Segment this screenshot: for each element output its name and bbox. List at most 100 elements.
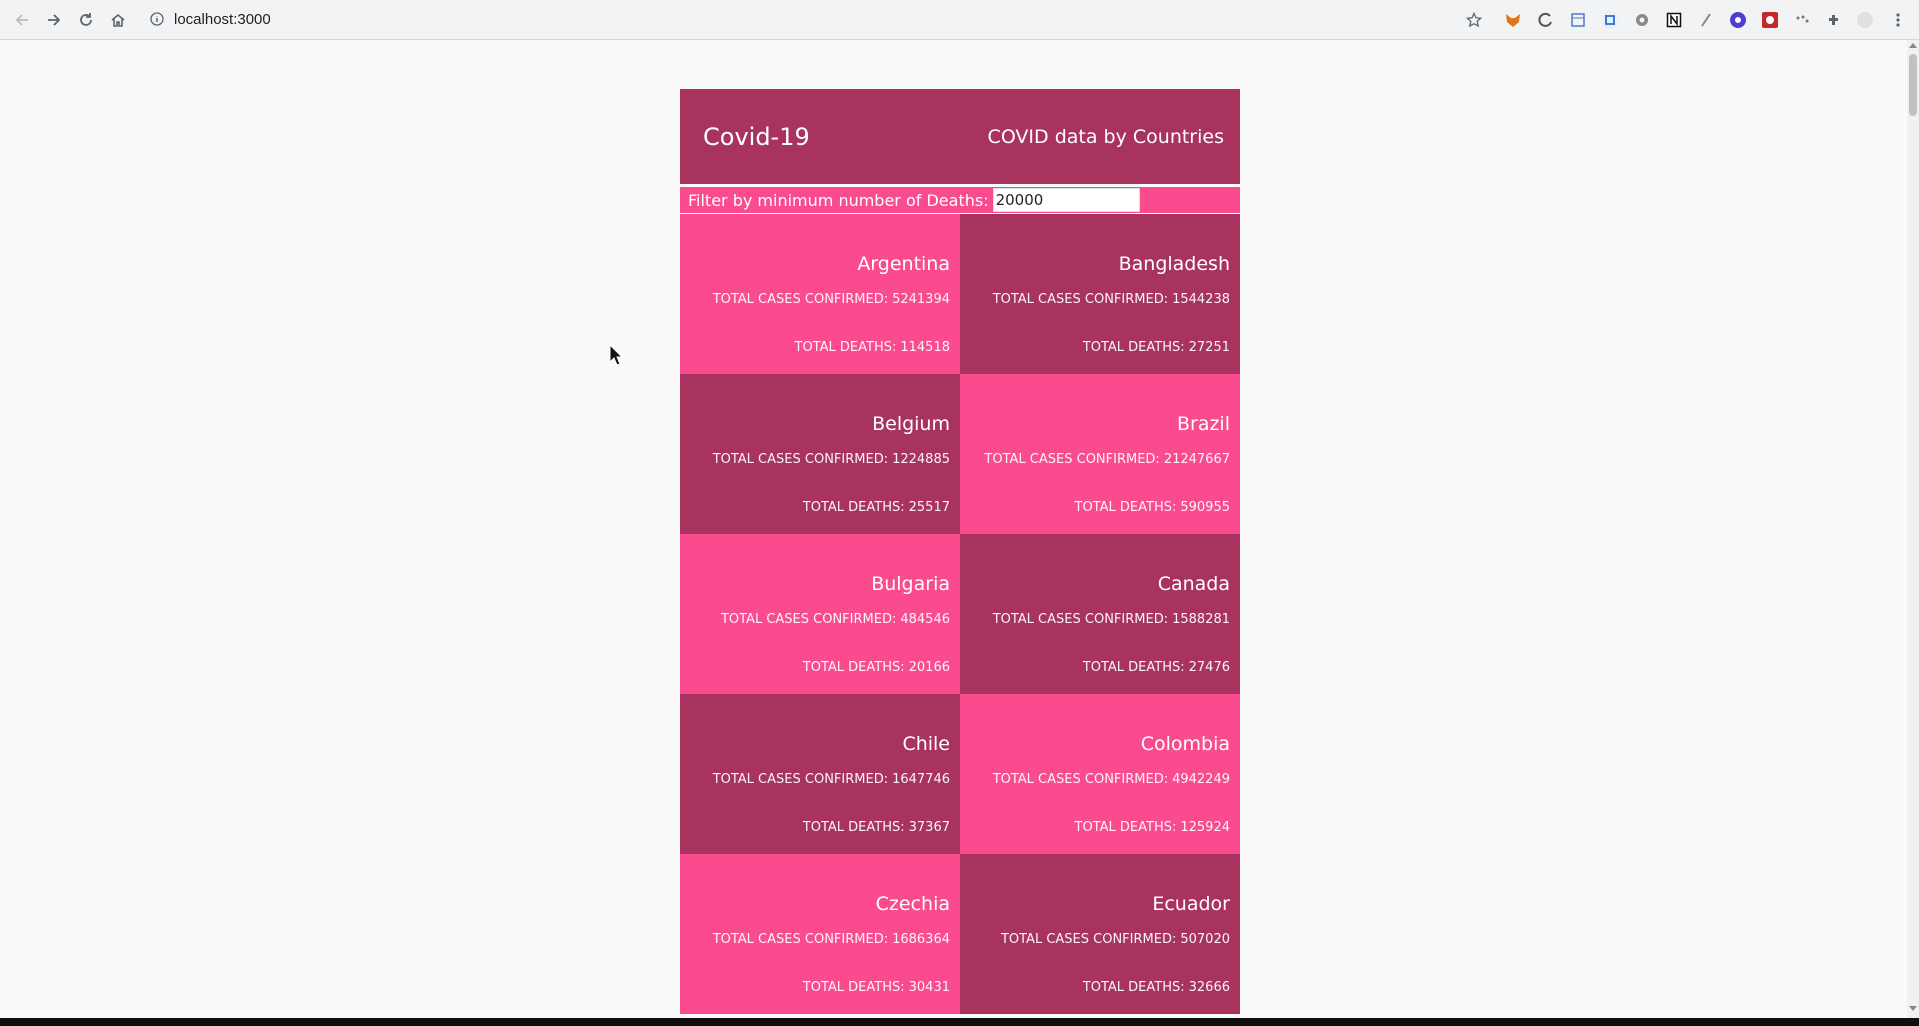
total-deaths-label: TOTAL DEATHS: xyxy=(1082,340,1185,355)
total-deaths: TOTAL DEATHS: 27476 xyxy=(970,659,1230,677)
total-deaths-value: 27476 xyxy=(1188,660,1230,675)
menu-icon[interactable] xyxy=(1888,10,1908,30)
country-card: Bulgaria TOTAL CASES CONFIRMED: 484546 TO… xyxy=(680,534,960,694)
country-name: Bangladesh xyxy=(1118,253,1230,275)
bookmark-star-icon[interactable] xyxy=(1464,10,1484,30)
total-cases-label: TOTAL CASES CONFIRMED: xyxy=(712,772,889,787)
mouse-cursor-icon xyxy=(609,343,624,371)
home-icon[interactable] xyxy=(106,8,130,32)
covid-app: Covid-19 COVID data by Countries Filter … xyxy=(680,89,1240,1014)
total-deaths-value: 37367 xyxy=(908,820,950,835)
total-deaths-value: 114518 xyxy=(900,340,950,355)
country-name: Brazil xyxy=(1176,413,1230,435)
total-cases-value: 1224885 xyxy=(892,452,950,467)
scroll-up-icon[interactable] xyxy=(1907,42,1919,52)
country-card: Colombia TOTAL CASES CONFIRMED: 4942249 T… xyxy=(960,694,1240,854)
forward-icon[interactable] xyxy=(42,8,66,32)
total-cases-value: 1588281 xyxy=(1172,612,1230,627)
total-cases-value: 507020 xyxy=(1180,932,1230,947)
app-header: Covid-19 COVID data by Countries xyxy=(680,89,1240,184)
reload-icon[interactable] xyxy=(74,8,98,32)
page-viewport: Covid-19 COVID data by Countries Filter … xyxy=(0,40,1907,1018)
total-deaths-label: TOTAL DEATHS: xyxy=(802,980,905,995)
country-name: Czechia xyxy=(875,893,950,915)
back-icon[interactable] xyxy=(10,8,34,32)
page-subtitle: COVID data by Countries xyxy=(987,125,1224,148)
min-deaths-input[interactable] xyxy=(992,188,1140,212)
total-cases-value: 484546 xyxy=(900,612,950,627)
total-deaths: TOTAL DEATHS: 32666 xyxy=(970,979,1230,997)
notion-icon[interactable] xyxy=(1664,10,1684,30)
filter-bar: Filter by minimum number of Deaths: xyxy=(680,186,1240,214)
total-cases-value: 4942249 xyxy=(1172,772,1230,787)
country-name: Ecuador xyxy=(1152,893,1230,915)
total-deaths-value: 590955 xyxy=(1180,500,1230,515)
total-cases: TOTAL CASES CONFIRMED: 21247667 xyxy=(970,451,1230,469)
total-cases: TOTAL CASES CONFIRMED: 5241394 xyxy=(690,291,950,309)
total-cases-value: 1544238 xyxy=(1172,292,1230,307)
country-grid: Argentina TOTAL CASES CONFIRMED: 5241394 … xyxy=(680,214,1240,1014)
page-title: Covid-19 xyxy=(703,122,810,151)
total-cases-label: TOTAL CASES CONFIRMED: xyxy=(712,292,889,307)
total-cases-label: TOTAL CASES CONFIRMED: xyxy=(992,292,1169,307)
country-card: Chile TOTAL CASES CONFIRMED: 1647746 TOTA… xyxy=(680,694,960,854)
total-deaths-label: TOTAL DEATHS: xyxy=(1074,820,1177,835)
url-text: localhost:3000 xyxy=(174,11,271,28)
blue-circle-extension-icon[interactable] xyxy=(1728,10,1748,30)
scroll-down-icon[interactable] xyxy=(1907,1006,1919,1016)
refresh-extension-icon[interactable] xyxy=(1536,10,1556,30)
fox-extension-icon[interactable] xyxy=(1503,10,1523,30)
total-cases: TOTAL CASES CONFIRMED: 507020 xyxy=(970,931,1230,949)
total-cases-label: TOTAL CASES CONFIRMED: xyxy=(992,612,1169,627)
total-cases-label: TOTAL CASES CONFIRMED: xyxy=(992,772,1169,787)
total-deaths: TOTAL DEATHS: 25517 xyxy=(690,499,950,517)
total-deaths: TOTAL DEATHS: 30431 xyxy=(690,979,950,997)
extensions-icon[interactable] xyxy=(1824,10,1844,30)
total-cases-label: TOTAL CASES CONFIRMED: xyxy=(712,932,889,947)
total-cases: TOTAL CASES CONFIRMED: 1544238 xyxy=(970,291,1230,309)
total-deaths-label: TOTAL DEATHS: xyxy=(1082,660,1185,675)
gear-extension-icon[interactable] xyxy=(1632,10,1652,30)
country-name: Canada xyxy=(1157,573,1230,595)
country-card: Canada TOTAL CASES CONFIRMED: 1588281 TOT… xyxy=(960,534,1240,694)
country-card: Belgium TOTAL CASES CONFIRMED: 1224885 TO… xyxy=(680,374,960,534)
total-deaths-value: 20166 xyxy=(908,660,950,675)
total-cases-value: 21247667 xyxy=(1163,452,1230,467)
scroll-thumb[interactable] xyxy=(1909,54,1917,116)
country-name: Belgium xyxy=(872,413,950,435)
total-deaths: TOTAL DEATHS: 125924 xyxy=(970,819,1230,837)
total-cases-label: TOTAL CASES CONFIRMED: xyxy=(712,452,889,467)
total-deaths-value: 32666 xyxy=(1188,980,1230,995)
total-cases-label: TOTAL CASES CONFIRMED: xyxy=(1000,932,1177,947)
total-deaths-label: TOTAL DEATHS: xyxy=(802,820,905,835)
total-deaths-value: 125924 xyxy=(1180,820,1230,835)
total-cases-value: 1647746 xyxy=(892,772,950,787)
address-bar[interactable]: localhost:3000 xyxy=(142,5,1482,35)
total-cases-value: 5241394 xyxy=(892,292,950,307)
browser-toolbar: localhost:3000 xyxy=(0,0,1919,40)
total-cases-value: 1686364 xyxy=(892,932,950,947)
total-deaths: TOTAL DEATHS: 37367 xyxy=(690,819,950,837)
site-info-icon[interactable] xyxy=(150,12,164,31)
crop-extension-icon[interactable] xyxy=(1600,10,1620,30)
total-cases: TOTAL CASES CONFIRMED: 1686364 xyxy=(690,931,950,949)
page-scrollbar[interactable] xyxy=(1907,40,1919,1018)
country-card: Czechia TOTAL CASES CONFIRMED: 1686364 TO… xyxy=(680,854,960,1014)
total-deaths-value: 25517 xyxy=(908,500,950,515)
total-deaths-label: TOTAL DEATHS: xyxy=(802,660,905,675)
total-deaths: TOTAL DEATHS: 20166 xyxy=(690,659,950,677)
country-card: Bangladesh TOTAL CASES CONFIRMED: 1544238… xyxy=(960,214,1240,374)
country-card: Brazil TOTAL CASES CONFIRMED: 21247667 TO… xyxy=(960,374,1240,534)
country-name: Argentina xyxy=(857,253,950,275)
total-deaths-label: TOTAL DEATHS: xyxy=(802,500,905,515)
profile-avatar-icon[interactable] xyxy=(1855,10,1875,30)
calendar-extension-icon[interactable] xyxy=(1568,10,1588,30)
total-cases: TOTAL CASES CONFIRMED: 1224885 xyxy=(690,451,950,469)
dots-extension-icon[interactable] xyxy=(1792,10,1812,30)
total-cases-label: TOTAL CASES CONFIRMED: xyxy=(984,452,1160,467)
country-name: Colombia xyxy=(1140,733,1230,755)
pen-extension-icon[interactable] xyxy=(1696,10,1716,30)
total-deaths-label: TOTAL DEATHS: xyxy=(1074,500,1177,515)
red-extension-icon[interactable] xyxy=(1760,10,1780,30)
total-deaths: TOTAL DEATHS: 27251 xyxy=(970,339,1230,357)
